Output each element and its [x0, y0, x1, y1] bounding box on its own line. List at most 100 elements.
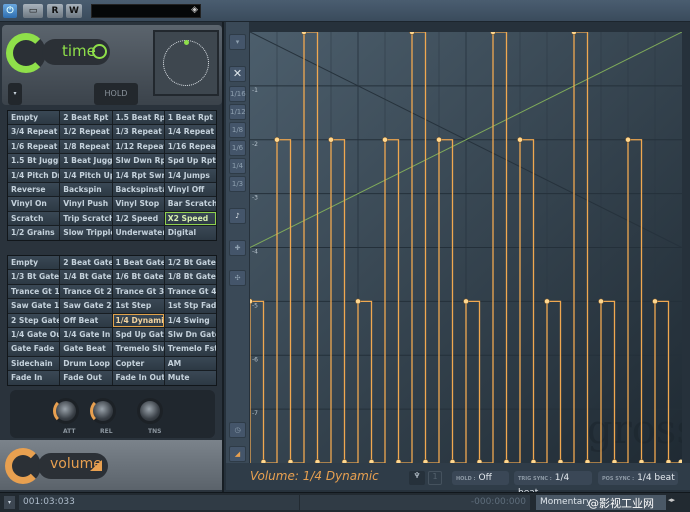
preset-time-item[interactable]: 1.5 Bt Juggle [8, 154, 60, 168]
snap-button[interactable]: 1/8 [229, 122, 246, 138]
preset-time-item[interactable]: 1/2 Speed [112, 211, 164, 226]
envelope-point[interactable] [328, 137, 334, 143]
preset-time-item[interactable]: 2 Beat Rpt [60, 111, 112, 125]
preset-time-item[interactable]: 1/4 Rpt Swng [112, 168, 164, 182]
snap-button[interactable]: 1/4 [229, 158, 246, 174]
preset-time-item[interactable]: Empty [8, 111, 60, 125]
preset-time-item[interactable]: Digital [164, 226, 216, 240]
preset-volume-item[interactable]: AM [164, 356, 216, 371]
trig-sync-dropdown[interactable]: TRIG SYNC :1/4 beat [514, 471, 592, 498]
preset-volume-item[interactable]: Drum Loop [60, 356, 112, 371]
preset-time-item[interactable]: 1 Beat Rpt [164, 111, 216, 125]
preset-volume-item[interactable]: Saw Gate 1 [8, 299, 60, 313]
clock-icon[interactable] [92, 44, 107, 59]
preset-volume-item[interactable]: 1st Step [112, 299, 164, 313]
preset-volume-item[interactable]: Fade In Out [112, 371, 164, 385]
preset-time-item[interactable]: 3/4 Repeat [8, 125, 60, 139]
close-icon[interactable]: ✕ [229, 66, 246, 82]
preset-volume-item[interactable]: 1/4 Dynamic [112, 313, 164, 327]
preset-browse-icon[interactable]: ◈ [191, 5, 198, 15]
status-menu-button[interactable]: ▾ [4, 496, 15, 509]
preset-time-item[interactable]: 1/2 Repeat [60, 125, 112, 139]
preset-time-item[interactable]: 1/4 Jumps [164, 168, 216, 182]
preset-volume-item[interactable]: Gate Beat [60, 342, 112, 356]
envelope-point[interactable] [463, 298, 469, 305]
preset-volume-item[interactable]: 2 Step Gate [8, 313, 60, 327]
preset-time-item[interactable]: Trip Scratch [60, 211, 112, 226]
envelope-point[interactable] [625, 137, 631, 143]
preset-volume-item[interactable]: Mute [164, 371, 216, 385]
clock-icon[interactable]: ◷ [229, 422, 246, 438]
envelope-point[interactable] [355, 298, 361, 305]
preset-volume-item[interactable]: 1/4 Swing [164, 313, 216, 327]
preset-time-item[interactable]: Bar Scratch [164, 197, 216, 211]
preset-volume-item[interactable]: 1/4 Gate In [60, 327, 112, 342]
preset-volume-item[interactable]: 2 Beat Gate [60, 256, 112, 270]
preset-time-item[interactable]: Reverse [8, 182, 60, 197]
preset-time-item[interactable]: Slow Tripplet [60, 226, 112, 240]
att-knob[interactable] [53, 398, 79, 424]
preset-volume-item[interactable]: 1/4 Gate Out [8, 327, 60, 342]
envelope-point[interactable] [436, 137, 442, 143]
preset-volume-item[interactable]: Copter [112, 356, 164, 371]
time-mix-knob[interactable] [6, 33, 46, 73]
hold-button[interactable]: HOLD [94, 83, 138, 105]
preset-time-item[interactable]: Backspinstart [112, 182, 164, 197]
one-button[interactable]: 1 [428, 471, 442, 485]
preset-volume-item[interactable]: Trance Gt 3 [112, 284, 164, 299]
envelope-graph[interactable]: -1-2-3-4-5-6-7gross Beat [250, 32, 682, 463]
preset-name-box[interactable]: ◈ [91, 4, 201, 18]
preset-volume-item[interactable]: Fade In [8, 371, 60, 385]
snap-button[interactable]: 1/3 [229, 176, 246, 192]
preset-volume-item[interactable]: 1/4 Bt Gate [60, 270, 112, 284]
preset-time-item[interactable]: X2 Speed [164, 211, 216, 226]
envelope-point[interactable] [652, 298, 658, 305]
preset-time-item[interactable]: 1/16 Repeat [164, 139, 216, 154]
time-menu-button[interactable]: ▾ [8, 83, 22, 105]
window-icon[interactable]: ▭ [23, 4, 43, 18]
preset-volume-item[interactable]: 1st Stp Fade [164, 299, 216, 313]
preset-time-item[interactable]: 1/6 Repeat [8, 139, 60, 154]
preset-time-item[interactable]: 1/4 Repeat [164, 125, 216, 139]
preset-volume-item[interactable]: Off Beat [60, 313, 112, 327]
snap-button[interactable]: 1/6 [229, 140, 246, 156]
preset-time-item[interactable]: 1/12 Repeat [112, 139, 164, 154]
draw-tool-icon[interactable]: ♪ [229, 208, 246, 224]
preset-volume-item[interactable]: Trance Gt 4 [164, 284, 216, 299]
time-dial[interactable] [153, 30, 219, 96]
preset-volume-item[interactable]: Trance Gt 2 [60, 284, 112, 299]
preset-time-item[interactable]: Scratch [8, 211, 60, 226]
preset-time-item[interactable]: Vinyl On [8, 197, 60, 211]
preset-volume-item[interactable]: Slw Dn Gate [164, 327, 216, 342]
preset-volume-item[interactable]: Gate Fade [8, 342, 60, 356]
preset-volume-item[interactable]: Trance Gt 1 [8, 284, 60, 299]
envelope-point[interactable] [517, 137, 523, 143]
preset-time-item[interactable]: Vinyl Push [60, 197, 112, 211]
preset-time-item[interactable]: Spd Up Rpt [164, 154, 216, 168]
move-icon[interactable]: ✣ [229, 270, 246, 286]
preset-time-item[interactable]: 1/2 Grains [8, 226, 60, 240]
preset-volume-item[interactable]: Saw Gate 2 [60, 299, 112, 313]
volume-mix-knob[interactable] [5, 448, 41, 484]
preset-time-item[interactable]: Vinyl Off [164, 182, 216, 197]
pos-sync-dropdown[interactable]: POS SYNC :1/4 beat [598, 471, 678, 485]
preset-volume-item[interactable]: Tremelo Slw [112, 342, 164, 356]
preset-volume-item[interactable]: Empty [8, 256, 60, 270]
preset-volume-item[interactable]: 1/6 Bt Gate [112, 270, 164, 284]
preset-volume-item[interactable]: Spd Up Gate [112, 327, 164, 342]
preset-time-item[interactable]: Slw Dwn Rpt [112, 154, 164, 168]
preset-time-item[interactable]: Vinyl Stop [112, 197, 164, 211]
preset-volume-item[interactable]: 1/3 Bt Gate [8, 270, 60, 284]
graph-menu-button[interactable]: ▾ [229, 34, 246, 50]
volume-ramp-icon[interactable] [90, 460, 102, 471]
preset-volume-item[interactable]: 1 Beat Gate [112, 256, 164, 270]
keyboard-icon[interactable]: ♆ [409, 471, 425, 485]
power-icon[interactable]: ⏻ [3, 4, 17, 18]
preset-time-item[interactable]: Backspin [60, 182, 112, 197]
rel-knob[interactable] [90, 398, 116, 424]
preset-time-item[interactable]: 1 Beat Juggle [60, 154, 112, 168]
r-button[interactable]: R [47, 4, 63, 18]
envelope-point[interactable] [274, 137, 280, 143]
envelope-point[interactable] [544, 298, 550, 305]
preset-volume-item[interactable]: 1/2 Bt Gate [164, 256, 216, 270]
